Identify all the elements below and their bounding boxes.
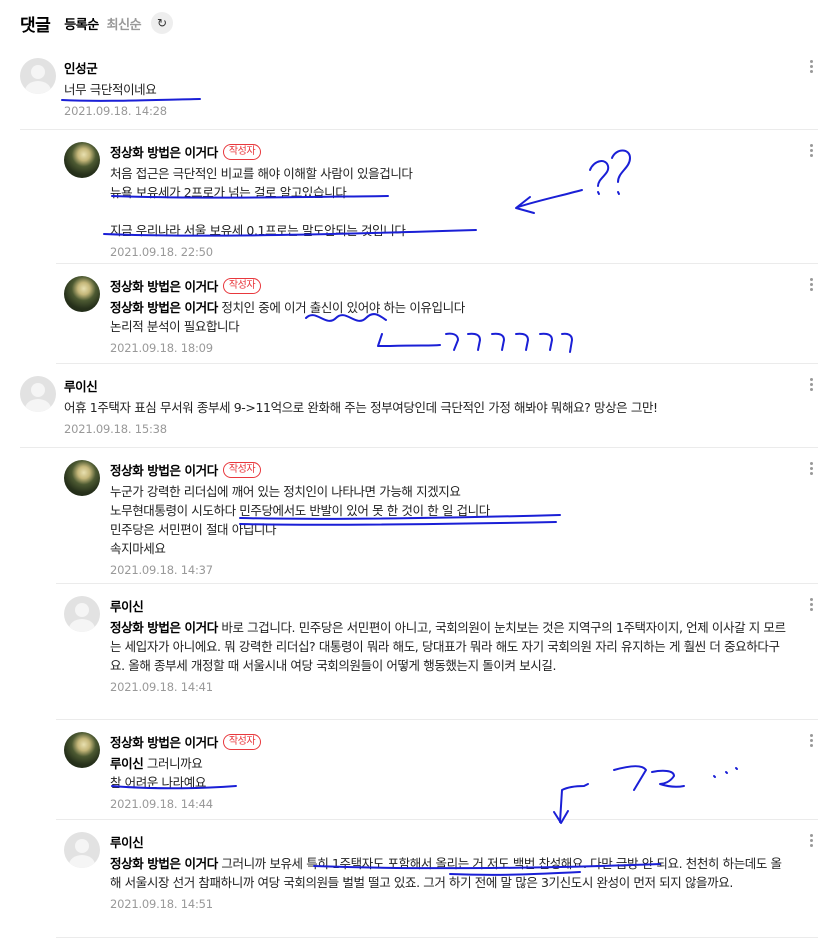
reply-item: 정상화 방법은 이거다 작성자 정상화 방법은 이거다 정치인 중에 이거 출신이… bbox=[56, 276, 818, 364]
comment-author[interactable]: 정상화 방법은 이거다 작성자 bbox=[110, 142, 788, 161]
author-name[interactable]: 인성군 bbox=[64, 58, 98, 77]
comment-text: 너무 극단적이네요 bbox=[64, 82, 157, 97]
avatar[interactable] bbox=[64, 832, 100, 868]
author-name[interactable]: 루이신 bbox=[110, 832, 144, 851]
more-options-icon[interactable] bbox=[810, 598, 814, 611]
comment-text: 누군가 강력한 리더십에 깨어 있는 정치인이 나타나면 가능해 지겠지요 노무… bbox=[110, 484, 490, 556]
comment-date: 2021.09.18. 14:51 bbox=[110, 897, 213, 911]
comment-text: 정상화 방법은 이거다 그러니까 보유세 특히 1주택자도 포함해서 올리는 거… bbox=[110, 854, 788, 892]
more-options-icon[interactable] bbox=[810, 834, 814, 847]
reply-item: 루이신 정상화 방법은 이거다 그러니까 보유세 특히 1주택자도 포함해서 올… bbox=[56, 832, 818, 938]
comment-date: 2021.09.18. 14:28 bbox=[64, 104, 167, 118]
comment-date: 2021.09.18. 22:50 bbox=[110, 245, 213, 259]
reply-item: 정상화 방법은 이거다 작성자 처음 접근은 극단적인 비교를 해야 이해할 사람… bbox=[56, 142, 818, 264]
author-badge: 작성자 bbox=[222, 277, 262, 294]
more-options-icon[interactable] bbox=[810, 144, 814, 157]
comment-text: 루이신 그러니까요 참 어려운 나라예요 bbox=[110, 754, 788, 792]
reply-item: 루이신 정상화 방법은 이거다 바로 그겁니다. 민주당은 서민편이 아니고, … bbox=[56, 596, 818, 720]
avatar[interactable] bbox=[20, 376, 56, 412]
mention-link[interactable]: 정상화 방법은 이거다 bbox=[110, 300, 218, 315]
comment-author[interactable]: 정상화 방법은 이거다 작성자 bbox=[110, 276, 788, 295]
comment-author[interactable]: 인성군 bbox=[64, 58, 788, 77]
comment-text: 처음 접근은 극단적인 비교를 해야 이해할 사람이 있을겁니다 뉴욕 보유세가… bbox=[110, 166, 413, 238]
comment-author[interactable]: 정상화 방법은 이거다 작성자 bbox=[110, 732, 788, 751]
comment-date: 2021.09.18. 18:09 bbox=[110, 341, 213, 355]
comment-item: 인성군 너무 극단적이네요 2021.09.18. 14:28 bbox=[20, 58, 818, 130]
avatar[interactable] bbox=[64, 460, 100, 496]
comment-text: 정상화 방법은 이거다 바로 그겁니다. 민주당은 서민편이 아니고, 국회의원… bbox=[110, 618, 788, 675]
author-badge: 작성자 bbox=[222, 143, 262, 160]
comment-date: 2021.09.18. 14:41 bbox=[110, 680, 213, 694]
more-options-icon[interactable] bbox=[810, 734, 814, 747]
mention-link[interactable]: 정상화 방법은 이거다 bbox=[110, 856, 218, 871]
reply-item: 정상화 방법은 이거다 작성자 누군가 강력한 리더십에 깨어 있는 정치인이 나… bbox=[56, 460, 818, 584]
sort-by-registration-tab[interactable]: 등록순 bbox=[64, 14, 99, 33]
author-badge: 작성자 bbox=[222, 461, 262, 478]
comment-text: 어휴 1주택자 표심 무서워 종부세 9->11억으로 완화해 주는 정부여당인… bbox=[64, 400, 658, 415]
avatar[interactable] bbox=[20, 58, 56, 94]
mention-link[interactable]: 루이신 bbox=[110, 756, 144, 771]
comment-header: 댓글 등록순 최신순 ↻ bbox=[20, 10, 174, 36]
more-options-icon[interactable] bbox=[810, 278, 814, 291]
comment-author[interactable]: 정상화 방법은 이거다 작성자 bbox=[110, 460, 788, 479]
comment-item: 루이신 어휴 1주택자 표심 무서워 종부세 9->11억으로 완화해 주는 정… bbox=[20, 376, 818, 448]
more-options-icon[interactable] bbox=[810, 462, 814, 475]
more-options-icon[interactable] bbox=[810, 60, 814, 73]
author-badge: 작성자 bbox=[222, 733, 262, 750]
comment-date: 2021.09.18. 15:38 bbox=[64, 422, 167, 436]
refresh-icon[interactable]: ↻ bbox=[151, 12, 174, 34]
author-name[interactable]: 정상화 방법은 이거다 bbox=[110, 460, 218, 479]
comment-author[interactable]: 루이신 bbox=[110, 596, 788, 615]
more-options-icon[interactable] bbox=[810, 378, 814, 391]
avatar[interactable] bbox=[64, 142, 100, 178]
comment-text: 정상화 방법은 이거다 정치인 중에 이거 출신이 있어야 하는 이유입니다 논… bbox=[110, 298, 788, 336]
comment-date: 2021.09.18. 14:44 bbox=[110, 797, 213, 811]
avatar[interactable] bbox=[64, 596, 100, 632]
comment-author[interactable]: 루이신 bbox=[110, 832, 788, 851]
avatar[interactable] bbox=[64, 276, 100, 312]
avatar[interactable] bbox=[64, 732, 100, 768]
comment-author[interactable]: 루이신 bbox=[64, 376, 788, 395]
sort-by-latest-tab[interactable]: 최신순 bbox=[107, 14, 142, 33]
author-name[interactable]: 루이신 bbox=[64, 376, 98, 395]
comment-date: 2021.09.18. 14:37 bbox=[110, 563, 213, 577]
author-name[interactable]: 루이신 bbox=[110, 596, 144, 615]
author-name[interactable]: 정상화 방법은 이거다 bbox=[110, 142, 218, 161]
reply-item: 정상화 방법은 이거다 작성자 루이신 그러니까요 참 어려운 나라예요 2021… bbox=[56, 732, 818, 820]
author-name[interactable]: 정상화 방법은 이거다 bbox=[110, 732, 218, 751]
comment-section-title: 댓글 bbox=[20, 15, 51, 36]
mention-link[interactable]: 정상화 방법은 이거다 bbox=[110, 620, 218, 635]
author-name[interactable]: 정상화 방법은 이거다 bbox=[110, 276, 218, 295]
